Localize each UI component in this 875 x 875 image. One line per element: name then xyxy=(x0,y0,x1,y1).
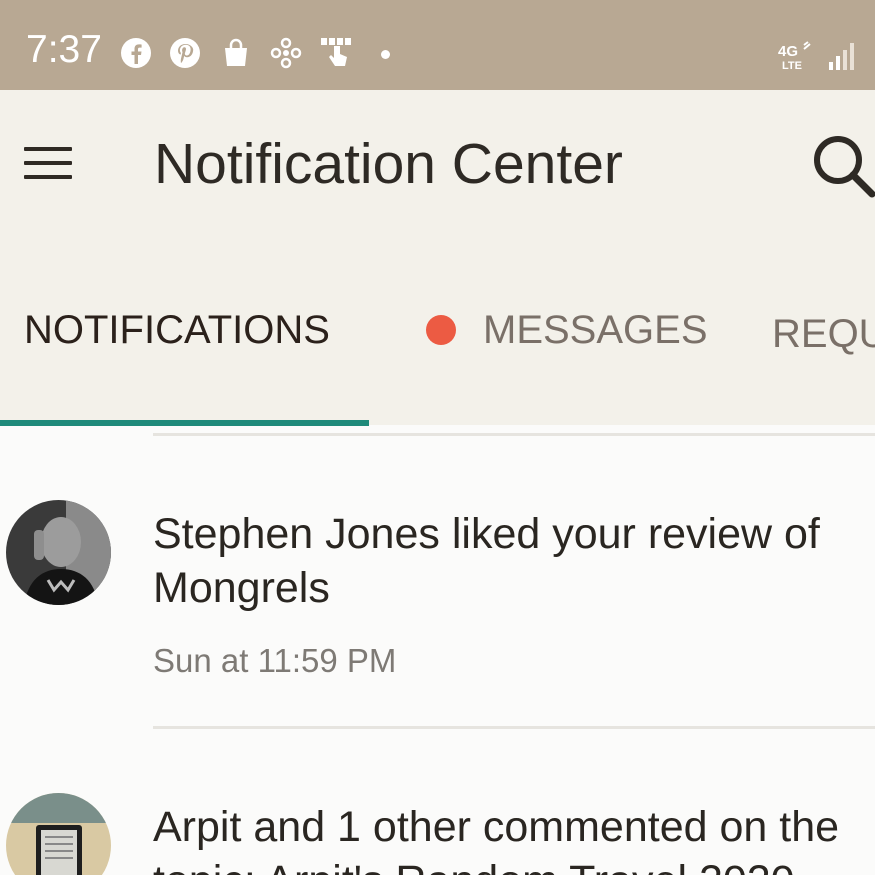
hamburger-menu-icon[interactable] xyxy=(22,143,76,185)
divider xyxy=(153,726,875,729)
tab-notifications[interactable]: NOTIFICATIONS xyxy=(24,308,330,352)
notification-time: Sun at 11:59 PM xyxy=(153,642,397,679)
tab-messages[interactable]: MESSAGES xyxy=(483,308,708,352)
pinterest-icon xyxy=(168,36,202,70)
unread-dot-icon xyxy=(426,315,456,345)
svg-text:LTE: LTE xyxy=(782,60,802,72)
cell-signal-icon xyxy=(828,40,858,72)
divider xyxy=(153,433,875,436)
svg-text:4G: 4G xyxy=(778,43,798,60)
facebook-icon xyxy=(119,36,153,70)
tab-requests[interactable]: REQU xyxy=(772,312,875,356)
status-bar: 7:37 4G LTE xyxy=(0,0,875,90)
status-time: 7:37 xyxy=(26,28,102,71)
shopping-bag-icon xyxy=(219,36,253,70)
avatar[interactable] xyxy=(6,793,111,875)
screen: 7:37 4G LTE Notification Center NOTIFICA… xyxy=(0,0,875,875)
notification-text[interactable]: Stephen Jones liked your review of Mongr… xyxy=(153,507,875,615)
tab-indicator xyxy=(0,420,369,426)
app-grid-icon xyxy=(269,36,303,70)
page-title: Notification Center xyxy=(154,132,623,196)
avatar[interactable] xyxy=(6,500,111,605)
4g-lte-icon: 4G LTE xyxy=(778,40,816,72)
search-icon[interactable] xyxy=(808,130,875,200)
hand-touch-icon xyxy=(319,36,353,70)
notification-text[interactable]: Arpit and 1 other commented on the topic… xyxy=(153,800,875,875)
dot-icon xyxy=(381,50,390,59)
